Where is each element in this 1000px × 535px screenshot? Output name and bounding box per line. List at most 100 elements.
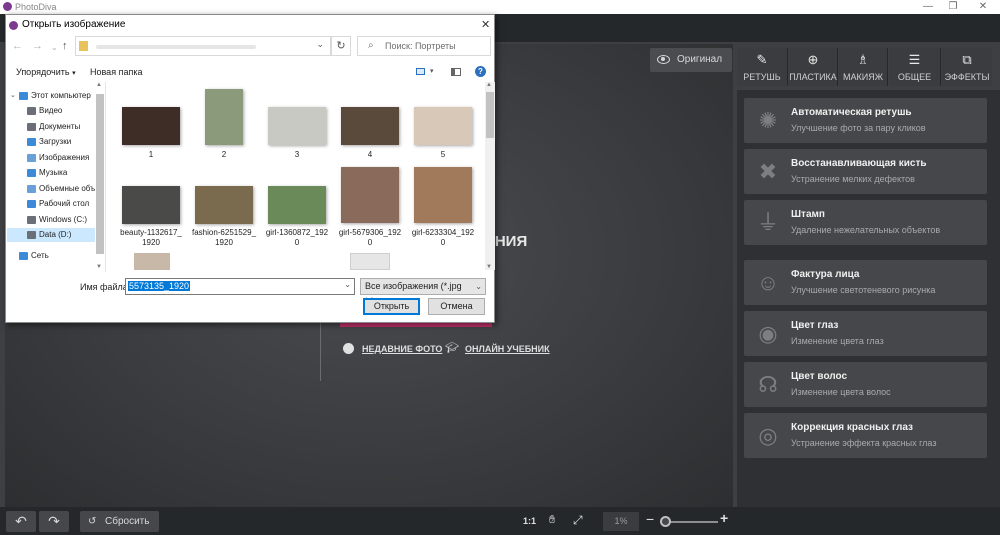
tool-healing-brush[interactable]: ✖ Восстанавливающая кисть Устранение мел… [744,149,987,194]
nav-item[interactable]: Объемные объ [7,182,95,196]
refresh-button[interactable]: ↻ [331,36,351,56]
open-button[interactable]: Открыть [363,298,420,315]
original-button[interactable]: Оригинал [650,48,732,72]
nav-item[interactable]: Музыка [7,166,95,180]
undo-button[interactable]: ↶ [6,511,36,532]
nav-item[interactable]: Изображения [7,151,95,165]
tool-title: Штамп [791,209,825,220]
nav-item[interactable]: Документы [7,120,95,134]
chevron-down-icon: ⌄ [475,282,482,291]
file-name[interactable]: 4 [332,150,408,160]
pan-hand-icon[interactable]: ✋︎ [549,514,555,527]
expand-chevron-icon[interactable]: ⌄ [10,91,16,99]
view-dropdown-icon[interactable]: ▾ [430,67,434,75]
tab-retouch-label: РЕТУШЬ [743,72,781,82]
address-bar[interactable]: ⌄ [75,36,331,56]
nav-item[interactable]: Сеть [7,249,95,263]
scroll-down-icon[interactable]: ▼ [96,264,102,270]
zoom-value[interactable]: 1% [603,512,639,531]
tool-red-eye[interactable]: ◎ Коррекция красных глаз Устранение эффе… [744,413,987,458]
scroll-up-icon[interactable]: ▲ [96,82,102,88]
search-icon: ⌕ [368,40,374,51]
file-thumbnail[interactable] [414,167,472,223]
zoom-in-button[interactable]: + [720,510,728,526]
organize-label: Упорядочить [16,67,70,77]
restore-button[interactable]: ❐ [945,0,961,14]
actual-size-button[interactable]: 1:1 [523,516,536,526]
file-thumbnail[interactable] [122,107,180,145]
app-close-button[interactable]: ✕ [975,0,991,14]
tool-hair-color[interactable]: ☊ Цвет волос Изменение цвета волос [744,362,987,407]
file-name[interactable]: 5 [405,150,481,160]
new-folder-button[interactable]: Новая папка [90,67,142,77]
tab-plastic[interactable]: ⊕ ПЛАСТИКА [789,48,838,86]
nav-item[interactable]: Data (D:) [7,228,95,242]
nav-item[interactable]: Загрузки [7,135,95,149]
brush-icon: ✎ [756,52,768,67]
file-name[interactable]: beauty-1132617_ 1920 [113,228,189,248]
help-icon[interactable]: ? [475,66,486,77]
tool-auto-retouch[interactable]: ✺ Автоматическая ретушь Улучшение фото з… [744,98,987,143]
nav-item-label: Музыка [39,168,68,177]
search-input[interactable]: ⌕ Поиск: Портреты [357,36,491,56]
file-name[interactable]: girl-6233304_192 0 [405,228,481,248]
file-name[interactable]: 3 [259,150,335,160]
back-arrow-icon[interactable]: ← [12,40,23,52]
file-thumbnail[interactable] [414,107,472,145]
caret-down-icon: ▾ [72,70,76,77]
organize-menu[interactable]: Упорядочить ▾ [16,67,76,77]
nav-item[interactable]: ⌄ Этот компьютер [7,89,95,103]
documents-folder-icon [27,123,36,131]
files-scrollbar[interactable]: ▲ ▼ [485,82,495,270]
dialog-close-button[interactable]: ✕ [481,18,490,31]
music-folder-icon [27,169,36,177]
nav-item-label: Документы [39,122,81,131]
forward-arrow-icon[interactable]: → [32,40,43,52]
file-name[interactable]: girl-5679306_192 0 [332,228,408,248]
nav-item[interactable]: Рабочий стол [7,197,95,211]
recent-dropdown-icon[interactable]: ⌄ [51,43,58,52]
reset-button[interactable]: ↺ Сбросить [80,511,159,532]
navpane-scrollbar[interactable]: ▲ ▼ [95,82,105,270]
online-tutorial-link[interactable]: ОНЛАЙН УЧЕБНИК [465,344,550,354]
minimize-button[interactable]: — [920,0,936,14]
search-placeholder: Поиск: Портреты [385,41,456,51]
file-thumbnail[interactable] [341,167,399,223]
nav-item[interactable]: Windows (C:) [7,213,95,227]
scroll-thumb[interactable] [96,94,104,254]
file-thumbnail[interactable] [268,186,326,224]
tool-face-texture[interactable]: ☺ Фактура лица Улучшение светотеневого р… [744,260,987,305]
zoom-out-button[interactable]: − [646,511,654,527]
file-thumbnail[interactable] [268,107,326,145]
view-options-icon[interactable] [416,68,425,75]
file-thumbnail-partial[interactable] [134,253,170,270]
up-arrow-icon[interactable]: ↑ [62,40,68,52]
file-thumbnail[interactable] [122,186,180,224]
tab-makeup[interactable]: ♗ МАКИЯЖ [839,48,888,86]
file-name[interactable]: girl-1360872_192 0 [259,228,335,248]
nav-item[interactable]: Видео [7,104,95,118]
file-name[interactable]: 1 [113,150,189,160]
tab-general[interactable]: ☰ ОБЩЕЕ [889,48,941,86]
tool-stamp[interactable]: ⏚ Штамп Удаление нежелательных объектов [744,200,987,245]
filename-input[interactable]: 5573135_1920 ⌄ [125,278,355,295]
file-thumbnail-partial[interactable] [350,253,390,270]
recent-photos-link[interactable]: НЕДАВНИЕ ФОТО [362,344,442,354]
file-type-select[interactable]: Все изображения (*.jpg *.jpeg ⌄ [360,278,486,306]
tool-eye-color[interactable]: ◉ Цвет глаз Изменение цвета глаз [744,311,987,356]
cancel-button[interactable]: Отмена [428,298,485,315]
scroll-down-icon[interactable]: ▼ [486,264,492,270]
scroll-thumb[interactable] [486,92,494,138]
redo-button[interactable]: ↷ [39,511,69,532]
file-thumbnail[interactable] [195,186,253,224]
preview-pane-icon[interactable] [451,68,461,76]
file-thumbnail[interactable] [205,89,243,145]
fit-screen-icon[interactable]: ⤢ [573,513,583,528]
tab-effects[interactable]: ⧉ ЭФФЕКТЫ [942,48,992,86]
file-name[interactable]: fashion-6251529_ 1920 [186,228,262,248]
scroll-up-icon[interactable]: ▲ [486,82,492,88]
tab-retouch[interactable]: ✎ РЕТУШЬ [737,48,788,86]
file-thumbnail[interactable] [341,107,399,145]
file-name[interactable]: 2 [186,150,262,160]
zoom-slider-handle[interactable] [659,516,671,527]
